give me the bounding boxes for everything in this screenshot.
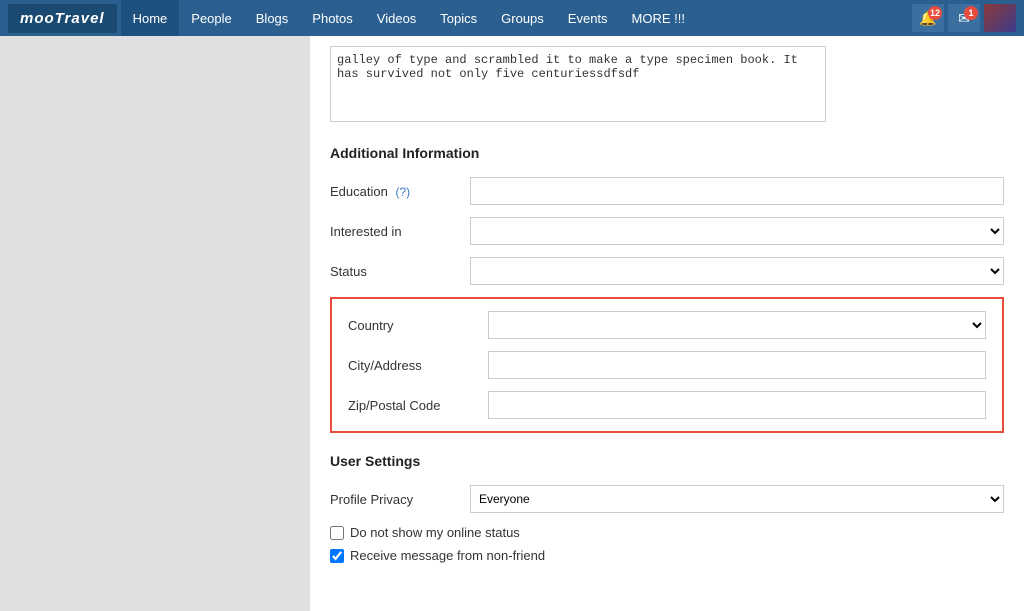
status-row: Status <box>330 257 1004 285</box>
navbar: mooTravel Home People Blogs Photos Video… <box>0 0 1024 36</box>
user-settings-heading: User Settings <box>330 453 1004 469</box>
interested-in-label: Interested in <box>330 224 470 239</box>
additional-info-section: Additional Information Education (?) Int… <box>330 145 1004 433</box>
notifications-button[interactable]: 🔔 12 <box>912 4 944 32</box>
user-settings-section: User Settings Profile Privacy Everyone F… <box>330 453 1004 563</box>
interested-in-row: Interested in <box>330 217 1004 245</box>
location-highlight-box: Country City/Address Zip/Postal Code <box>330 297 1004 433</box>
nav-right: 🔔 12 ✉ 1 <box>912 4 1016 32</box>
profile-privacy-label: Profile Privacy <box>330 492 470 507</box>
interested-in-select[interactable] <box>470 217 1004 245</box>
city-label: City/Address <box>348 358 488 373</box>
messages-badge: 1 <box>964 6 978 20</box>
zip-row: Zip/Postal Code <box>348 391 986 419</box>
nav-item-videos[interactable]: Videos <box>365 0 429 36</box>
nav-item-groups[interactable]: Groups <box>489 0 556 36</box>
profile-privacy-row: Profile Privacy Everyone Friends Only On… <box>330 485 1004 513</box>
city-row: City/Address <box>348 351 986 379</box>
additional-info-heading: Additional Information <box>330 145 1004 161</box>
nav-item-people[interactable]: People <box>179 0 243 36</box>
country-row: Country <box>348 311 986 339</box>
nav-item-blogs[interactable]: Blogs <box>244 0 301 36</box>
notifications-badge: 12 <box>928 6 942 20</box>
online-status-checkbox[interactable] <box>330 526 344 540</box>
bio-textarea[interactable]: galley of type and scrambled it to make … <box>330 46 826 122</box>
education-label: Education (?) <box>330 184 470 199</box>
nav-item-home[interactable]: Home <box>121 0 180 36</box>
nav-item-events[interactable]: Events <box>556 0 620 36</box>
content-inner: galley of type and scrambled it to make … <box>310 36 1024 591</box>
online-status-label: Do not show my online status <box>350 525 520 540</box>
avatar[interactable] <box>984 4 1016 32</box>
bio-section: galley of type and scrambled it to make … <box>330 46 1004 125</box>
receive-message-checkbox[interactable] <box>330 549 344 563</box>
education-help-icon[interactable]: (?) <box>395 185 410 199</box>
main-content: galley of type and scrambled it to make … <box>310 36 1024 611</box>
sidebar <box>0 36 310 611</box>
nav-item-topics[interactable]: Topics <box>428 0 489 36</box>
nav-item-photos[interactable]: Photos <box>300 0 364 36</box>
site-logo[interactable]: mooTravel <box>8 4 117 33</box>
messages-button[interactable]: ✉ 1 <box>948 4 980 32</box>
online-status-row: Do not show my online status <box>330 525 1004 540</box>
status-select[interactable] <box>470 257 1004 285</box>
zip-label: Zip/Postal Code <box>348 398 488 413</box>
education-row: Education (?) <box>330 177 1004 205</box>
receive-message-row: Receive message from non-friend <box>330 548 1004 563</box>
city-input[interactable] <box>488 351 986 379</box>
zip-input[interactable] <box>488 391 986 419</box>
country-label: Country <box>348 318 488 333</box>
education-input[interactable] <box>470 177 1004 205</box>
profile-privacy-select[interactable]: Everyone Friends Only Only Me <box>470 485 1004 513</box>
nav-item-more[interactable]: MORE !!! <box>620 0 697 36</box>
nav-items: Home People Blogs Photos Videos Topics G… <box>121 0 912 36</box>
country-select[interactable] <box>488 311 986 339</box>
page-layout: galley of type and scrambled it to make … <box>0 36 1024 611</box>
status-label: Status <box>330 264 470 279</box>
receive-message-label: Receive message from non-friend <box>350 548 545 563</box>
